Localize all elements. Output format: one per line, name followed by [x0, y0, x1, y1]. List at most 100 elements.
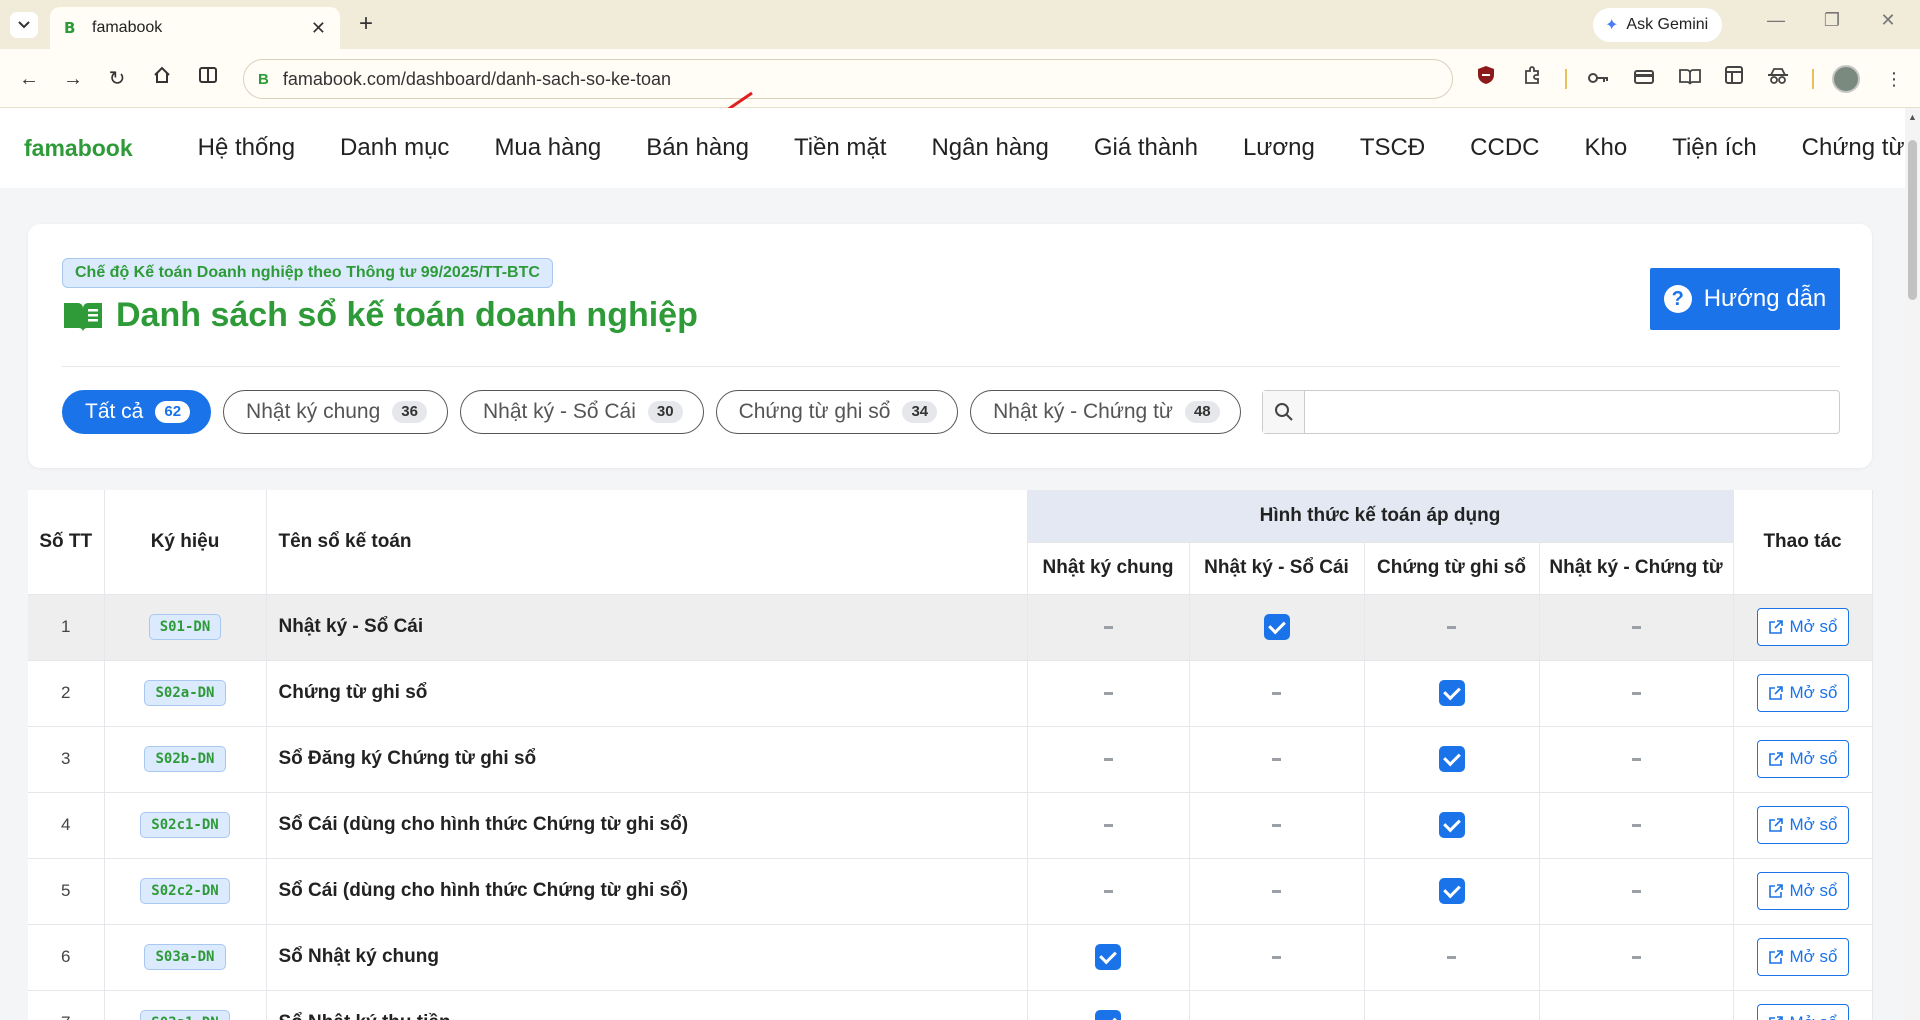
reload-icon[interactable]: ↻: [102, 64, 132, 94]
regime-badge: Chế độ Kế toán Doanh nghiệp theo Thông t…: [62, 258, 553, 288]
nav-item-tien-ich[interactable]: Tiện ích: [1672, 134, 1756, 162]
cell-ctgs: [1364, 924, 1540, 991]
forward-arrow-icon[interactable]: →: [58, 64, 88, 94]
home-icon[interactable]: [147, 64, 177, 94]
nav-item-gia-thanh[interactable]: Giá thành: [1094, 134, 1198, 162]
close-window-button[interactable]: ✕: [1868, 10, 1908, 31]
nav-item-ban-hang[interactable]: Bán hàng: [646, 134, 749, 162]
scroll-up-icon[interactable]: ▲: [1908, 112, 1917, 122]
reading-mode-icon[interactable]: [1676, 65, 1704, 93]
filter-nhat-ky-so-cai[interactable]: Nhật ký - Sổ Cái 30: [459, 390, 704, 434]
checked-checkbox-icon: [1438, 812, 1465, 838]
open-ledger-button[interactable]: Mở sổ: [1756, 608, 1849, 646]
dash-icon: [1272, 824, 1281, 828]
nav-item-ngan-hang[interactable]: Ngân hàng: [931, 134, 1048, 162]
open-ledger-label: Mở sổ: [1789, 815, 1838, 834]
row-name: Sổ Nhật ký thu tiền: [266, 990, 1028, 1020]
code-badge: S02a-DN: [144, 680, 226, 706]
profile-avatar[interactable]: [1832, 65, 1860, 93]
nav-item-mua-hang[interactable]: Mua hàng: [494, 134, 601, 162]
open-ledger-label: Mở sổ: [1789, 947, 1838, 966]
table-body: 1 S01-DN Nhật ký - Sổ Cái Mở sổ 2 S02a-DN Ch…: [28, 594, 1873, 1020]
col-header-nksc: Nhật ký - Sổ Cái: [1189, 542, 1365, 595]
cell-nkc: [1027, 594, 1190, 661]
incognito-icon[interactable]: [1764, 65, 1792, 93]
close-tab-icon[interactable]: ✕: [311, 18, 326, 39]
open-ledger-button[interactable]: Mở sổ: [1756, 806, 1849, 844]
search-box: [1262, 390, 1840, 434]
filter-nhat-ky-chung[interactable]: Nhật ký chung 36: [223, 390, 448, 434]
open-ledger-button[interactable]: Mở sổ: [1756, 872, 1849, 910]
cell-nkct: [1539, 990, 1734, 1020]
nav-item-ccdc[interactable]: CCDC: [1470, 134, 1539, 162]
key-icon[interactable]: [1585, 65, 1613, 93]
filter-count: 48: [1184, 401, 1220, 423]
nav-item-luong[interactable]: Lương: [1243, 134, 1315, 162]
row-action-cell: Mở sổ: [1733, 792, 1873, 859]
nav-item-tscd[interactable]: TSCĐ: [1360, 134, 1425, 162]
col-header-action: Thao tác: [1733, 490, 1873, 595]
open-ledger-button[interactable]: Mở sổ: [1756, 674, 1849, 712]
address-bar[interactable]: B famabook.com/dashboard/danh-sach-so-ke…: [243, 59, 1453, 99]
filter-chung-tu-ghi-so[interactable]: Chứng từ ghi sổ 34: [715, 390, 959, 434]
open-ledger-button[interactable]: Mở sổ: [1756, 938, 1849, 976]
row-name: Sổ Nhật ký chung: [266, 924, 1028, 991]
shield-extension-icon[interactable]: [1472, 65, 1500, 93]
filter-all[interactable]: Tất cả 62: [62, 390, 212, 434]
dash-icon: [1103, 692, 1113, 696]
site-info-icon[interactable]: B: [258, 71, 269, 88]
checked-checkbox-icon: [1438, 878, 1465, 904]
page-scrollbar[interactable]: ▲: [1905, 108, 1920, 1020]
filter-label: Chứng từ ghi sổ: [738, 400, 891, 423]
more-menu-icon[interactable]: ⋮: [1880, 65, 1908, 93]
external-link-icon: [1768, 686, 1783, 700]
col-header-name: Tên sổ kế toán: [266, 490, 1028, 595]
col-header-group: Hình thức kế toán áp dụng: [1027, 490, 1734, 543]
row-stt: 2: [28, 660, 105, 727]
row-stt: 4: [28, 792, 105, 859]
search-icon: [1263, 391, 1305, 433]
favicon-icon: B: [64, 19, 76, 37]
tab-title: famabook: [92, 19, 163, 36]
dash-icon: [1631, 824, 1641, 828]
col-header-stt: Số TT: [28, 490, 105, 595]
nav-item-chung-tu[interactable]: Chứng từ: [1802, 134, 1905, 162]
cell-ctgs: [1364, 660, 1540, 727]
nav-item-he-thong[interactable]: Hệ thống: [198, 134, 295, 162]
nav-item-danh-muc[interactable]: Danh mục: [340, 134, 449, 162]
divider: [62, 366, 1840, 367]
minimize-window-button[interactable]: —: [1756, 10, 1796, 31]
tab-search-button[interactable]: [10, 12, 38, 38]
search-input[interactable]: [1305, 391, 1839, 433]
help-button[interactable]: ? Hướng dẫn: [1650, 268, 1840, 330]
cell-nksc: [1189, 792, 1365, 859]
open-ledger-button[interactable]: Mở sổ: [1756, 1004, 1849, 1020]
dash-icon: [1631, 626, 1641, 630]
credit-card-icon[interactable]: [1630, 65, 1658, 93]
row-name: Sổ Cái (dùng cho hình thức Chứng từ ghi …: [266, 858, 1028, 925]
split-view-icon[interactable]: [193, 64, 223, 94]
external-link-icon: [1768, 1016, 1783, 1020]
row-code-cell: S03a1-DN: [104, 990, 267, 1020]
checked-checkbox-icon: [1263, 614, 1290, 640]
code-badge: S03a-DN: [144, 944, 226, 970]
extensions-puzzle-icon[interactable]: [1518, 65, 1546, 93]
brand-logo[interactable]: famabook: [24, 135, 133, 162]
row-stt: 6: [28, 924, 105, 991]
table-icon[interactable]: [1720, 65, 1748, 93]
cell-ctgs: [1364, 858, 1540, 925]
new-tab-button[interactable]: +: [352, 10, 380, 38]
filter-nhat-ky-chung-tu[interactable]: Nhật ký - Chứng từ 48: [970, 390, 1241, 434]
cell-nkc: [1027, 792, 1190, 859]
cell-nkc: [1027, 660, 1190, 727]
restore-window-button[interactable]: ❐: [1812, 10, 1852, 31]
back-arrow-icon[interactable]: ←: [14, 64, 44, 94]
row-code-cell: S02b-DN: [104, 726, 267, 793]
ask-gemini-button[interactable]: ✦ Ask Gemini: [1593, 8, 1723, 42]
browser-tab[interactable]: B famabook ✕: [50, 7, 340, 49]
open-ledger-button[interactable]: Mở sổ: [1756, 740, 1849, 778]
scrollbar-thumb[interactable]: [1908, 140, 1917, 300]
row-name: Nhật ký - Sổ Cái: [266, 594, 1028, 661]
nav-item-kho[interactable]: Kho: [1584, 134, 1627, 162]
nav-item-tien-mat[interactable]: Tiền mặt: [794, 134, 886, 162]
